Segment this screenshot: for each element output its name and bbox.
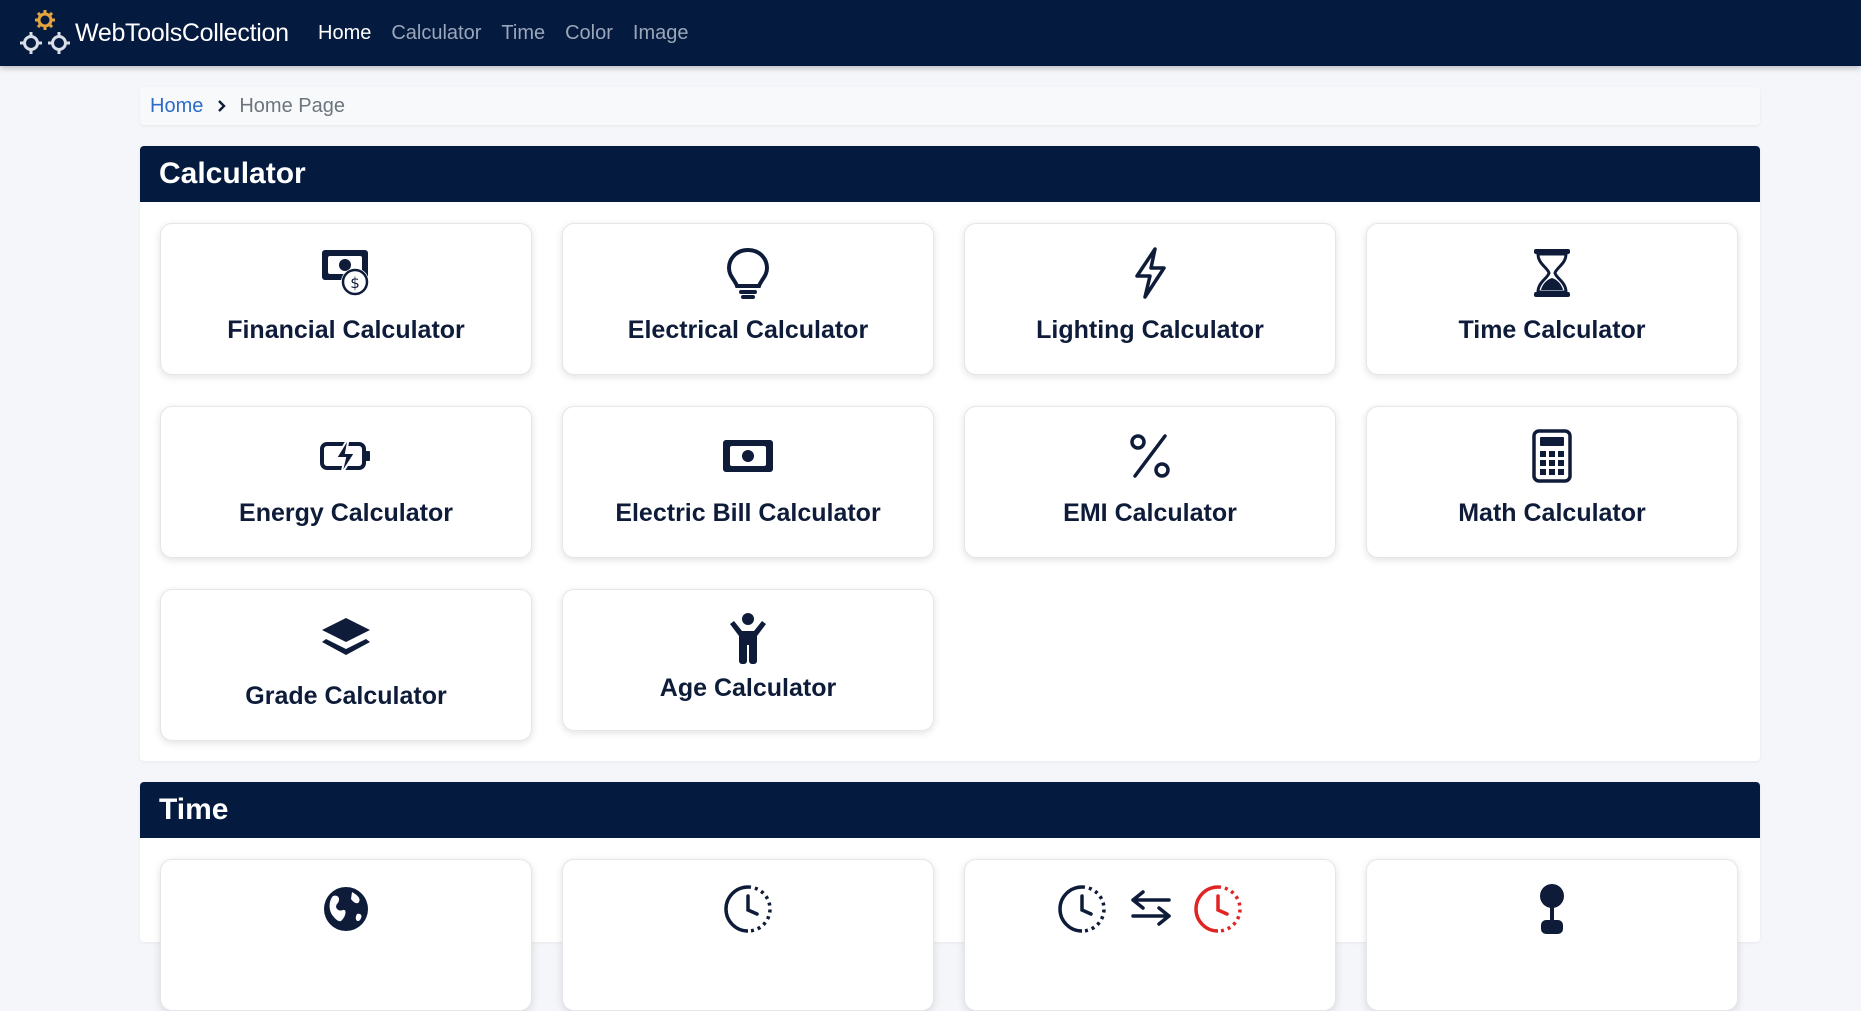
percent-icon (1123, 429, 1177, 483)
card-label: Energy Calculator (239, 499, 453, 527)
card-time-tool-1[interactable] (160, 859, 532, 1011)
card-label: Grade Calculator (245, 682, 447, 710)
card-label: Time Calculator (1458, 316, 1646, 344)
person-icon (1525, 882, 1579, 936)
calculator-icon (1525, 429, 1579, 483)
calculator-section: Calculator $ Financial Calculator Electr… (140, 146, 1760, 761)
section-title-time: Time (140, 782, 1760, 838)
money-bill-icon (721, 429, 775, 483)
card-label: Electrical Calculator (627, 316, 869, 344)
card-label: Math Calculator (1458, 499, 1646, 527)
top-navbar: WebToolsCollection Home Calculator Time … (0, 0, 1861, 66)
card-time-tool-2[interactable] (562, 859, 934, 1011)
card-financial-calculator[interactable]: $ Financial Calculator (160, 223, 532, 375)
layers-icon (319, 612, 373, 666)
card-electrical-calculator[interactable]: Electrical Calculator (562, 223, 934, 375)
breadcrumb-home-link[interactable]: Home (150, 95, 203, 118)
card-emi-calculator[interactable]: EMI Calculator (964, 406, 1336, 558)
nav-links: Home Calculator Time Color Image (318, 0, 709, 66)
hourglass-icon (1525, 246, 1579, 300)
card-energy-calculator[interactable]: Energy Calculator (160, 406, 532, 558)
card-grade-calculator[interactable]: Grade Calculator (160, 589, 532, 741)
battery-bolt-icon (319, 429, 373, 483)
card-label: Financial Calculator (227, 316, 465, 344)
child-icon (721, 612, 775, 666)
time-section: Time (140, 782, 1760, 1011)
breadcrumb-current: Home Page (239, 94, 345, 117)
bolt-icon (1123, 246, 1177, 300)
brand-name: WebToolsCollection (75, 18, 289, 47)
card-time-calculator[interactable]: Time Calculator (1366, 223, 1738, 375)
card-electric-bill-calculator[interactable]: Electric Bill Calculator (562, 406, 934, 558)
section-title-calculator: Calculator (140, 146, 1760, 202)
clock-convert-icon (1055, 882, 1245, 936)
nav-link-calculator[interactable]: Calculator (391, 22, 481, 45)
card-label: Electric Bill Calculator (615, 499, 881, 527)
card-math-calculator[interactable]: Math Calculator (1366, 406, 1738, 558)
clock-icon (721, 882, 775, 936)
card-time-tool-4[interactable] (1366, 859, 1738, 1011)
nav-link-home[interactable]: Home (318, 22, 371, 45)
card-label: Lighting Calculator (1036, 316, 1264, 344)
globe-icon (319, 882, 373, 936)
chevron-right-icon (218, 100, 227, 112)
card-age-calculator[interactable]: Age Calculator (562, 589, 934, 731)
money-bill-dollar-icon: $ (319, 246, 373, 300)
card-label: EMI Calculator (1063, 499, 1237, 527)
brand-link[interactable]: WebToolsCollection (19, 8, 289, 58)
nav-link-time[interactable]: Time (501, 22, 545, 45)
svg-text:$: $ (350, 274, 360, 292)
card-time-tool-3[interactable] (964, 859, 1336, 1011)
lightbulb-icon (721, 246, 775, 300)
card-label: Age Calculator (659, 674, 837, 702)
nav-link-color[interactable]: Color (565, 22, 613, 45)
nav-link-image[interactable]: Image (633, 22, 689, 45)
breadcrumb: Home Home Page (140, 87, 1760, 125)
card-lighting-calculator[interactable]: Lighting Calculator (964, 223, 1336, 375)
gears-logo-icon (20, 10, 70, 54)
